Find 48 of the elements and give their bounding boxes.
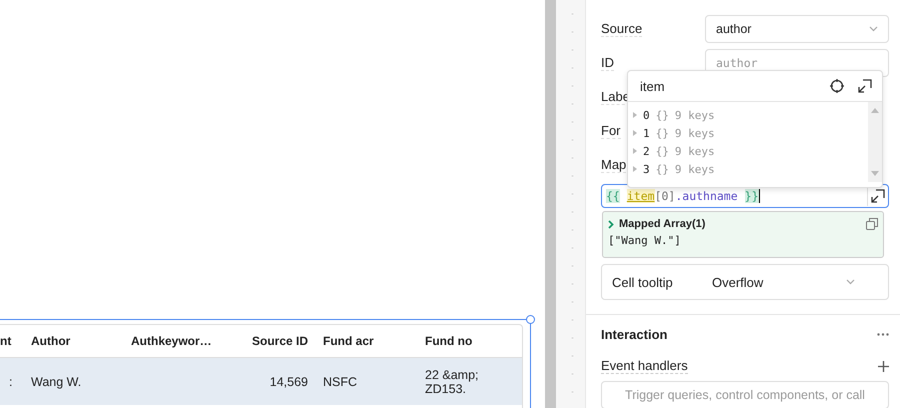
triangle-icon[interactable] xyxy=(633,130,637,136)
source-select[interactable]: author xyxy=(705,15,889,43)
scroll-down-icon[interactable] xyxy=(871,171,879,176)
result-title: Mapped Array(1) xyxy=(619,218,706,230)
field-label: Source xyxy=(601,21,642,37)
triangle-icon[interactable] xyxy=(633,148,637,154)
field-label: Event handlers xyxy=(601,358,688,374)
setting-value[interactable]: Overflow xyxy=(712,274,846,290)
tree-type: {} xyxy=(656,108,669,122)
popup-title: item xyxy=(640,78,666,94)
tree-key[interactable]: 2 xyxy=(643,144,650,158)
more-icon[interactable] xyxy=(877,332,889,336)
triangle-icon[interactable] xyxy=(633,112,637,118)
table-cell: 22 &amp; ZD153. xyxy=(416,358,522,405)
tree-count: 9 keys xyxy=(674,162,715,176)
table-cell: 14,569 xyxy=(232,358,314,405)
section-title: Interaction xyxy=(601,326,668,342)
copy-icon[interactable] xyxy=(866,218,878,230)
table-cell: NSFC xyxy=(314,358,416,405)
tree-key[interactable]: 3 xyxy=(643,162,650,176)
tree-key[interactable]: 1 xyxy=(643,126,650,140)
chevron-right-icon[interactable] xyxy=(608,220,614,228)
expand-icon[interactable] xyxy=(871,189,885,203)
plus-icon[interactable] xyxy=(878,360,889,372)
scrollbar[interactable] xyxy=(868,102,882,182)
tree-type: {} xyxy=(656,162,669,176)
table-cell: Wang W. xyxy=(22,358,122,405)
tree-count: 9 keys xyxy=(674,126,715,140)
table-cell: : xyxy=(0,358,22,405)
field-label: Map xyxy=(601,157,626,173)
tree-type: {} xyxy=(656,126,669,140)
field-label: For xyxy=(601,123,620,139)
crosshair-icon[interactable] xyxy=(830,79,844,93)
triangle-icon[interactable] xyxy=(633,166,637,172)
scroll-up-icon[interactable] xyxy=(871,108,879,113)
tree-count: 9 keys xyxy=(674,108,715,122)
tree-count: 9 keys xyxy=(674,144,715,158)
tree-type: {} xyxy=(656,144,669,158)
resize-handle[interactable] xyxy=(526,315,535,324)
result-value: ["Wang W."] xyxy=(608,234,682,247)
chevron-down-icon xyxy=(846,279,855,285)
tree-key[interactable]: 0 xyxy=(643,108,650,122)
expand-icon[interactable] xyxy=(858,79,872,93)
setting-label: Cell tooltip xyxy=(612,274,674,290)
chevron-down-icon xyxy=(869,26,878,32)
tooltip-setting[interactable]: Cell tooltip Overflow xyxy=(601,264,889,300)
field-label: ID xyxy=(601,55,614,71)
selection-outline[interactable]: nt Author Authkeywor… Source ID Fund acr Fund no : Wang W. 14,569 NSFC 22 &amp; ZD153. xyxy=(0,319,531,408)
